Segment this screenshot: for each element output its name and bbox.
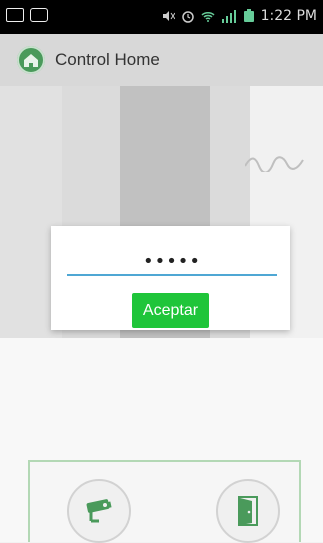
- door-button[interactable]: [216, 479, 280, 543]
- status-right-icons: 1:22 PM: [161, 8, 317, 24]
- accept-button[interactable]: Aceptar: [132, 293, 209, 328]
- app-title: Control Home: [55, 50, 160, 69]
- security-camera-button[interactable]: [67, 479, 131, 543]
- wifi-icon: [201, 12, 215, 22]
- security-camera-icon: [86, 499, 112, 523]
- alarm-icon: [181, 11, 194, 23]
- status-bar: 1:22 PM: [0, 0, 323, 34]
- camera-icon: [30, 8, 48, 22]
- app-bar: Control Home: [0, 34, 323, 86]
- mute-icon: [162, 11, 175, 21]
- house-icon: [17, 46, 45, 74]
- password-field[interactable]: [67, 248, 277, 276]
- door-icon: [238, 496, 258, 526]
- status-time: 1:22 PM: [260, 8, 317, 24]
- controls-panel: [28, 460, 301, 543]
- battery-icon: [243, 9, 254, 22]
- photo-icon: [6, 8, 24, 22]
- status-left-icons: [6, 8, 48, 22]
- signal-icon: [221, 10, 236, 23]
- password-dialog: Aceptar: [51, 226, 290, 330]
